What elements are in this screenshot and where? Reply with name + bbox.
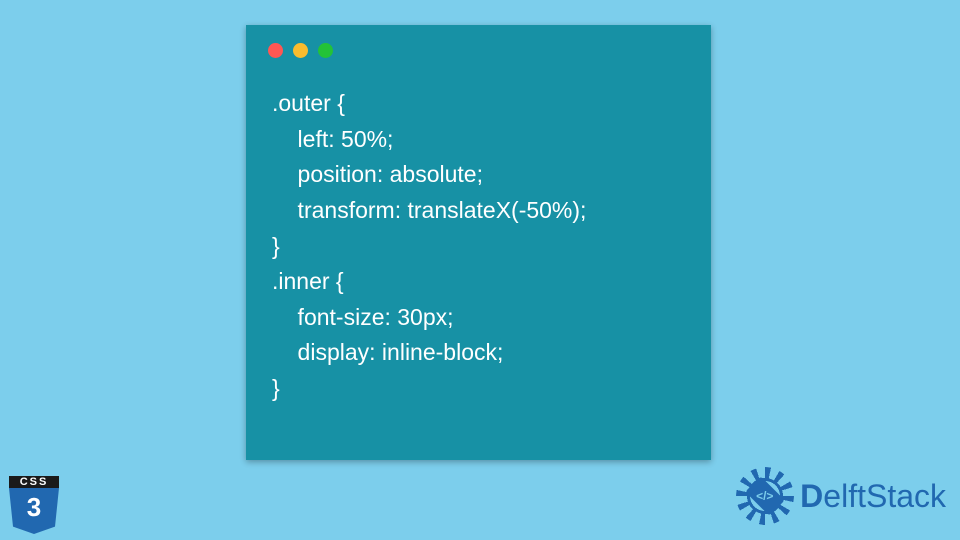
css3-shield-icon: [9, 488, 59, 534]
code-block: .outer { left: 50%; position: absolute; …: [246, 58, 711, 407]
code-window: .outer { left: 50%; position: absolute; …: [246, 25, 711, 460]
delftstack-wordmark: DelftStack: [800, 478, 946, 515]
code-line: display: inline-block;: [272, 339, 503, 365]
delftstack-gear-icon: </>: [736, 467, 794, 525]
code-line: }: [272, 233, 280, 259]
code-line: font-size: 30px;: [272, 304, 454, 330]
minimize-dot-icon: [293, 43, 308, 58]
code-line: position: absolute;: [272, 161, 483, 187]
gear-glyph: </>: [756, 489, 773, 503]
delftstack-brand: </> DelftStack: [736, 467, 946, 525]
css3-logo-label: CSS: [9, 476, 59, 488]
code-line: transform: translateX(-50%);: [272, 197, 586, 223]
close-dot-icon: [268, 43, 283, 58]
css3-logo-icon: CSS: [9, 476, 59, 536]
code-line: .outer {: [272, 90, 345, 116]
code-line: }: [272, 375, 280, 401]
traffic-light-icons: [246, 25, 711, 58]
code-line: left: 50%;: [272, 126, 393, 152]
brand-rest: elftStack: [823, 478, 946, 514]
brand-bold: D: [800, 478, 823, 514]
maximize-dot-icon: [318, 43, 333, 58]
code-line: .inner {: [272, 268, 344, 294]
page: .outer { left: 50%; position: absolute; …: [0, 0, 960, 540]
